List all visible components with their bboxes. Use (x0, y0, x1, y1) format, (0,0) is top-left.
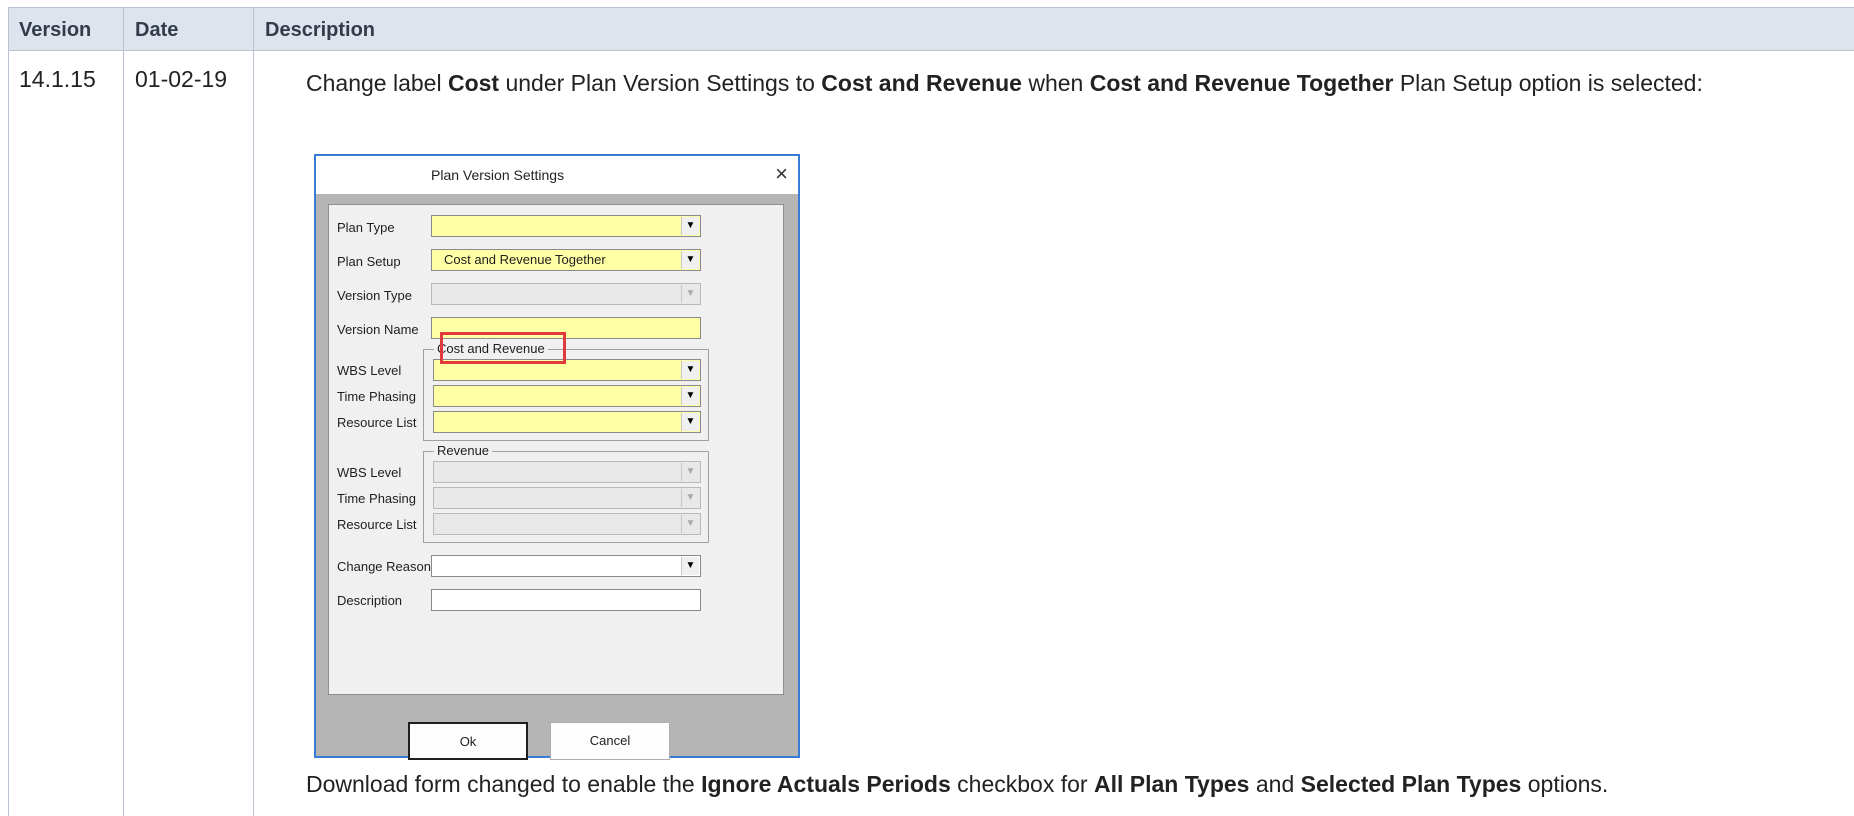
dialog-body: Plan Type ▼ Plan Setup Cost and Revenue … (316, 194, 798, 760)
description-field[interactable] (431, 589, 701, 611)
table-header: Version Date Description (9, 7, 1854, 51)
row-description: Change label Cost under Plan Version Set… (306, 66, 1826, 100)
description-text-segment: All Plan Types (1093, 771, 1250, 797)
wbs-level-label: WBS Level (337, 465, 402, 480)
plan-type-label: Plan Type (337, 220, 395, 235)
revenue-wbs-level-select[interactable]: ▼ (433, 461, 701, 483)
chevron-down-icon[interactable]: ▼ (681, 463, 699, 481)
chevron-down-icon[interactable]: ▼ (681, 557, 699, 575)
header-date: Date (135, 19, 179, 41)
settings-panel: Plan Type ▼ Plan Setup Cost and Revenue … (328, 204, 784, 695)
description-text-segment: Change label (306, 70, 448, 96)
description-text-segment: Cost (447, 70, 500, 96)
row-version: 14.1.15 (19, 66, 96, 92)
resource-list-label: Resource List (337, 415, 417, 430)
plan-setup-label: Plan Setup (337, 254, 401, 269)
chevron-down-icon[interactable]: ▼ (681, 489, 699, 507)
dialog-title: Plan Version Settings (431, 167, 565, 183)
chevron-down-icon[interactable]: ▼ (681, 251, 699, 269)
description-text-segment: Ignore Actuals Periods (701, 771, 951, 797)
plan-setup-value: Cost and Revenue Together (444, 252, 606, 267)
revenue-resource-list-select[interactable]: ▼ (433, 513, 701, 535)
description-text-segment: options. (1521, 771, 1609, 797)
description-text-segment: Cost and Revenue (821, 70, 1022, 96)
cancel-button[interactable]: Cancel (550, 722, 670, 760)
revenue-time-phasing-select[interactable]: ▼ (433, 487, 701, 509)
chevron-down-icon[interactable]: ▼ (681, 285, 699, 303)
change-reason-label: Change Reason (337, 559, 431, 574)
description-text-segment: Plan Setup option is selected: (1393, 70, 1703, 96)
row-date: 01-02-19 (135, 66, 228, 92)
revenue-group-label: Revenue (434, 443, 493, 458)
highlight-box (440, 332, 566, 364)
header-version: Version (19, 19, 92, 41)
chevron-down-icon[interactable]: ▼ (681, 413, 699, 431)
time-phasing-label: Time Phasing (337, 389, 416, 404)
time-phasing-label: Time Phasing (337, 491, 416, 506)
description-text-segment: Selected Plan Types (1300, 771, 1522, 797)
description-text-segment: checkbox for (950, 771, 1094, 797)
chevron-down-icon[interactable]: ▼ (681, 361, 699, 379)
description-label: Description (337, 593, 403, 608)
column-divider (123, 7, 124, 816)
row-description-2: Download form changed to enable the Igno… (306, 771, 1608, 798)
column-divider (253, 7, 254, 816)
chevron-down-icon[interactable]: ▼ (681, 515, 699, 533)
resource-list-label: Resource List (337, 517, 417, 532)
change-reason-select[interactable]: ▼ (431, 555, 701, 577)
chevron-down-icon[interactable]: ▼ (681, 387, 699, 405)
plan-version-settings-dialog: Plan Version Settings × Plan Type ▼ Plan… (314, 154, 800, 760)
plan-type-select[interactable]: ▼ (431, 215, 701, 237)
cost-time-phasing-select[interactable]: ▼ (433, 385, 701, 407)
version-history-table: Version Date Description 14.1.15 01-02-1… (8, 7, 1854, 816)
cost-resource-list-select[interactable]: ▼ (433, 411, 701, 433)
description-text-segment: and (1249, 771, 1301, 797)
wbs-level-label: WBS Level (337, 363, 402, 378)
description-text-segment: when (1021, 70, 1090, 96)
plan-setup-select[interactable]: Cost and Revenue Together ▼ (431, 249, 701, 271)
version-name-label: Version Name (337, 322, 419, 337)
dialog-titlebar: Plan Version Settings × (316, 156, 798, 194)
description-text-segment: under Plan Version Settings to (499, 70, 822, 96)
version-type-select[interactable]: ▼ (431, 283, 701, 305)
chevron-down-icon[interactable]: ▼ (681, 217, 699, 235)
version-type-label: Version Type (337, 288, 412, 303)
description-text-segment: Cost and Revenue Together (1089, 70, 1394, 96)
ok-button[interactable]: Ok (408, 722, 528, 760)
close-icon[interactable]: × (775, 161, 788, 187)
header-description: Description (265, 19, 376, 41)
description-text-segment: Download form changed to enable the (306, 771, 702, 797)
